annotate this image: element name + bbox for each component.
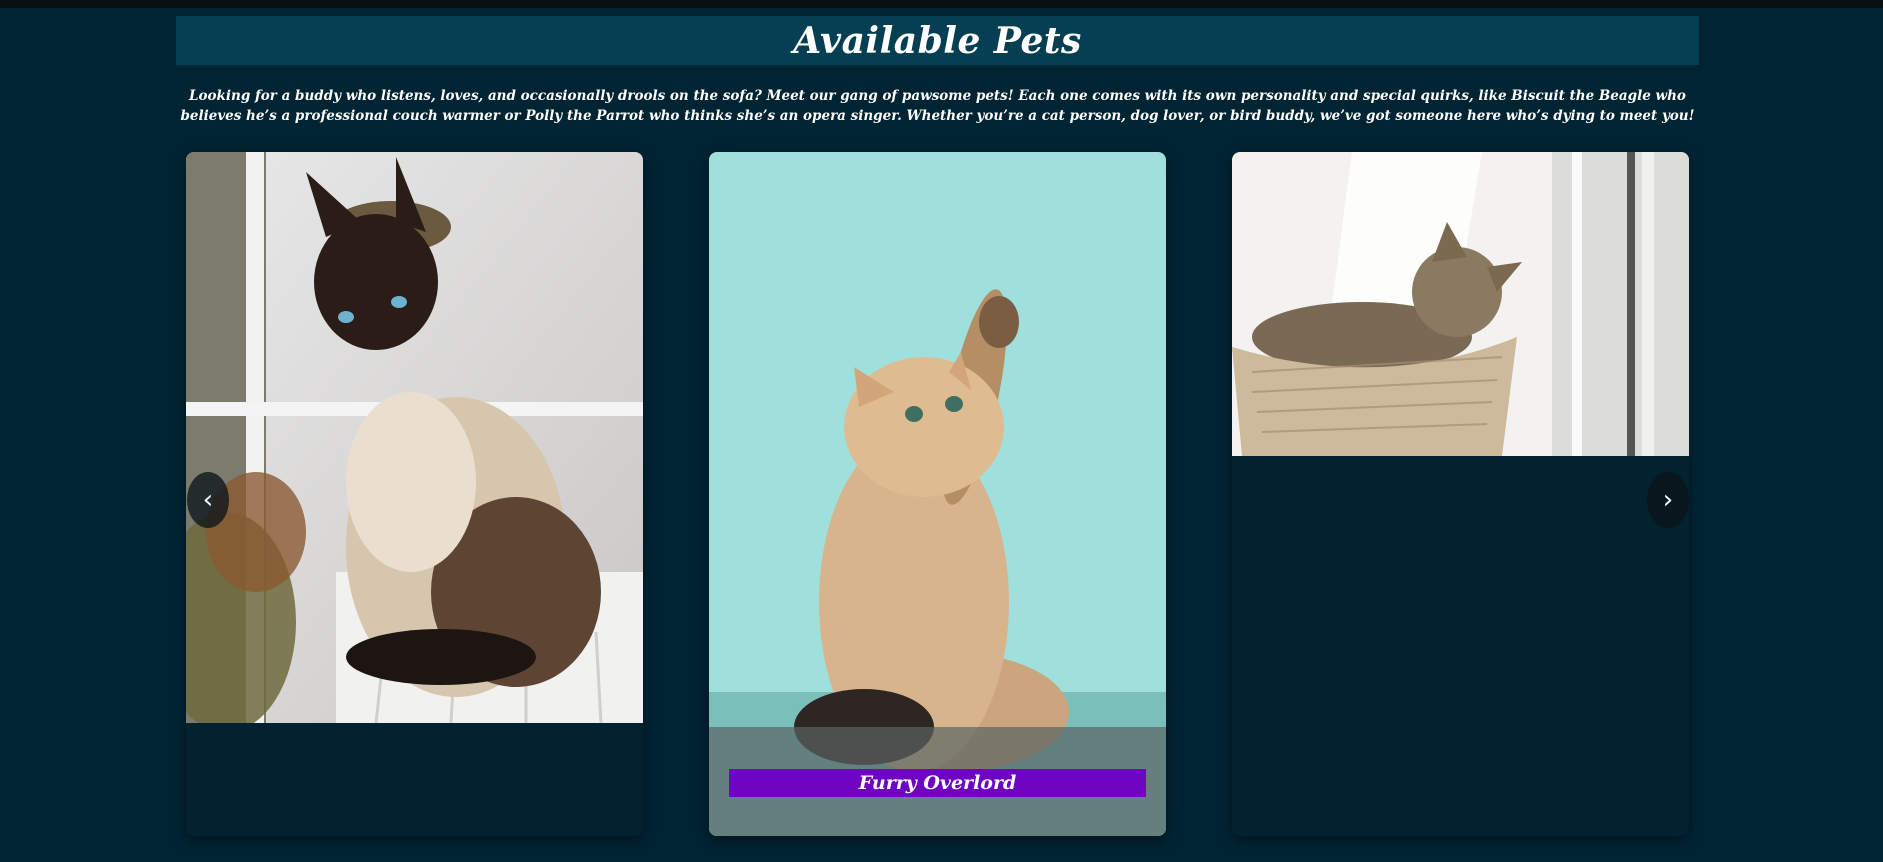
tabby-cat-basket-photo [1232,152,1689,456]
pet-name-label: Furry Overlord [729,769,1146,797]
browser-top-strip [0,0,1883,8]
siamese-cat-photo [186,152,643,723]
carousel-next-button[interactable]: › [1647,472,1689,528]
page-title: Available Pets [793,19,1082,62]
pet-card-1[interactable] [186,152,643,836]
carousel-prev-button[interactable]: ‹ [187,472,229,528]
intro-paragraph: Looking for a buddy who listens, loves, … [180,88,1695,124]
pet-card-2[interactable]: Furry Overlord [709,152,1166,836]
page-header: Available Pets [176,16,1699,65]
pet-card-3[interactable] [1232,152,1689,836]
